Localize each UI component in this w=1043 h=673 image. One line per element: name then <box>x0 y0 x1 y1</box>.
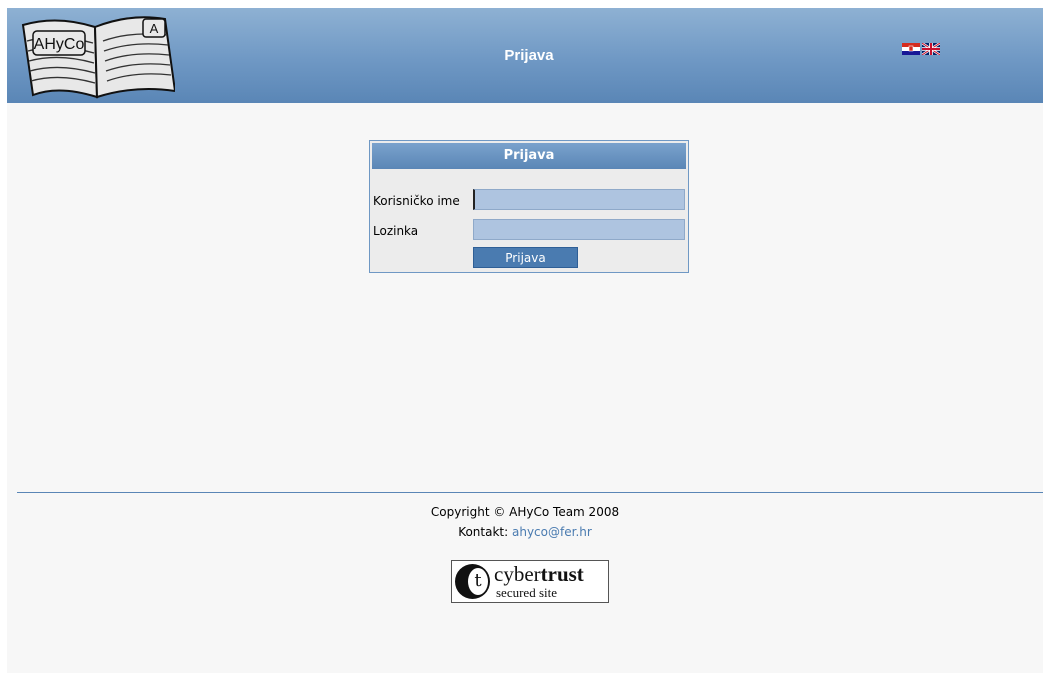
croatian-flag-icon[interactable] <box>902 43 920 55</box>
login-panel: Prijava Korisničko ime Lozinka Prijava <box>369 140 689 273</box>
contact-email-link[interactable]: ahyco@fer.hr <box>512 525 592 539</box>
page: AHyCo A Prijava Prijava Korisničko ime L… <box>7 8 1043 673</box>
badge-brand-thin: cyber <box>494 562 541 586</box>
cybertrust-logo-icon: t <box>455 564 490 599</box>
language-switcher <box>902 43 940 55</box>
login-panel-title: Prijava <box>372 143 686 169</box>
username-input[interactable] <box>473 189 685 210</box>
password-input[interactable] <box>473 219 685 240</box>
contact-line: Kontakt: ahyco@fer.hr <box>7 525 1043 539</box>
page-title: Prijava <box>504 47 554 64</box>
footer-divider <box>17 492 1043 493</box>
badge-brand: cybertrust <box>494 562 584 587</box>
username-label: Korisničko ime <box>373 194 460 208</box>
badge-brand-bold: trust <box>540 562 584 586</box>
login-button[interactable]: Prijava <box>473 247 578 268</box>
password-label: Lozinka <box>373 224 419 238</box>
copyright-text: Copyright © AHyCo Team 2008 <box>430 505 620 519</box>
contact-label: Kontakt: <box>458 525 509 539</box>
logo-letter: A <box>150 21 159 36</box>
header-bar: AHyCo A Prijava <box>7 8 1043 103</box>
badge-letter: t <box>468 568 488 595</box>
uk-flag-icon[interactable] <box>922 43 940 55</box>
cybertrust-badge[interactable]: t cybertrust secured site <box>451 560 609 603</box>
badge-subtitle: secured site <box>496 585 558 600</box>
